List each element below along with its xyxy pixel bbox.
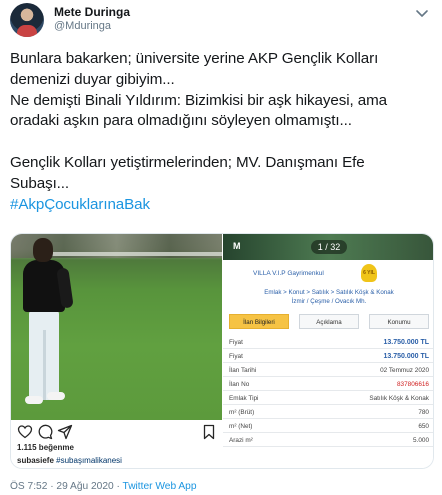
listing-row: Emlak Tipi Satılık Köşk & Konak — [223, 392, 433, 405]
hashtag-link[interactable]: #AkpÇocuklarınaBak — [10, 195, 435, 216]
tweet-line: Subaşı... — [10, 174, 70, 192]
listing-row-label: Emlak Tipi — [229, 395, 259, 402]
listing-row-label: m² (Brüt) — [229, 409, 255, 416]
listing-row: m² (Net) 650 — [223, 420, 433, 433]
tweet-source-link[interactable]: Twitter Web App — [123, 481, 197, 492]
tweet-line: demenizi duyar gibiyim... — [10, 70, 175, 88]
listing-breadcrumb-location: İzmir / Çeşme / Ovacık Mh. — [291, 298, 367, 305]
listing-row-value: Satılık Köşk & Konak — [369, 395, 429, 402]
listing-row-value: 650 — [418, 423, 429, 430]
author-name[interactable]: Mete Duringa — [54, 5, 130, 19]
tweet-timestamp[interactable]: ÖS 7:52 · 29 Ağu 2020 · — [10, 481, 123, 492]
tab-location: Konumu — [369, 314, 429, 329]
listing-breadcrumb-category: Emlak > Konut > Satılık > Satılık Köşk &… — [264, 289, 394, 296]
listing-row: İlan No 837806616 — [223, 378, 433, 391]
listing-row-label: Fiyat — [229, 353, 243, 360]
listing-row-value: 837806616 — [397, 381, 429, 388]
instagram-photo — [11, 234, 222, 420]
listing-breadcrumb: Emlak > Konut > Satılık > Satılık Köşk &… — [223, 288, 433, 306]
listing-row-label: m² (Net) — [229, 423, 253, 430]
media-grid: 1.115 beğenme subasiefe #subaşımalikanes… — [10, 233, 434, 469]
listing-row-value: 13.750.000 TL — [383, 339, 429, 346]
chevron-down-icon[interactable] — [414, 5, 430, 21]
listing-row-value: 780 — [418, 409, 429, 416]
share-icon — [57, 424, 73, 440]
listing-agency: VILLA V.I.P Gayrimenkul — [253, 270, 324, 277]
instagram-caption-tag: #subaşımalikanesi — [56, 456, 122, 465]
heart-icon — [17, 425, 33, 439]
listing-photo-strip: M 1 / 32 — [223, 234, 433, 260]
instagram-likes: 1.115 beğenme — [17, 443, 74, 452]
listing-logo: M — [233, 241, 241, 251]
listing-row-label: Fiyat — [229, 339, 243, 346]
tweet-line: Ne demişti Binali Yıldırım: Bizimkisi bi… — [10, 91, 387, 109]
listing-row: m² (Brüt) 780 — [223, 406, 433, 419]
listing-row-value: 13.750.000 TL — [383, 353, 429, 360]
listing-row: Fiyat 13.750.000 TL — [223, 350, 433, 363]
author-handle[interactable]: @Mduringa — [54, 20, 111, 32]
tweet-line: Bunlara bakarken; üniversite yerine AKP … — [10, 50, 379, 67]
listing-badge: 6 YIL — [361, 264, 377, 282]
listing-row: Arazi m² 5.000 — [223, 434, 433, 447]
listing-tabs: İlan Bilgileri Açıklama Konumu — [229, 314, 431, 330]
media-image-listing[interactable]: M 1 / 32 VILLA V.I.P Gayrimenkul 6 YIL E… — [223, 234, 433, 468]
listing-photo-counter: 1 / 32 — [311, 240, 347, 254]
listing-row-label: Arazi m² — [229, 437, 253, 444]
tweet-header: Mete Duringa @Mduringa — [10, 3, 432, 43]
tweet-line: Gençlik Kolları yetiştirmelerinden; MV. … — [10, 153, 365, 171]
instagram-action-bar — [11, 424, 222, 442]
listing-row: İlan Tarihi 02 Temmuz 2020 — [223, 364, 433, 377]
listing-row: Fiyat 13.750.000 TL — [223, 336, 433, 349]
tweet-line: oradaki aşkın para olmadığını söyleyen o… — [10, 112, 352, 130]
listing-row-label: İlan Tarihi — [229, 367, 257, 374]
avatar[interactable] — [10, 3, 44, 37]
media-image-instagram[interactable]: 1.115 beğenme subasiefe #subaşımalikanes… — [11, 234, 222, 468]
listing-row-label: İlan No — [229, 381, 250, 388]
tab-description: Açıklama — [299, 314, 359, 329]
listing-row-value: 02 Temmuz 2020 — [380, 367, 429, 374]
tweet-text: Bunlara bakarken; üniversite yerine AKP … — [10, 49, 435, 215]
bookmark-icon — [203, 424, 215, 440]
tab-listing-info: İlan Bilgileri — [229, 314, 289, 329]
instagram-caption-user: subasiefe — [17, 456, 54, 465]
tweet-footer: ÖS 7:52 · 29 Ağu 2020 · Twitter Web App — [10, 481, 197, 492]
instagram-caption: subasiefe #subaşımalikanesi — [17, 456, 122, 465]
listing-row-value: 5.000 — [413, 437, 429, 444]
comment-icon — [38, 424, 53, 440]
